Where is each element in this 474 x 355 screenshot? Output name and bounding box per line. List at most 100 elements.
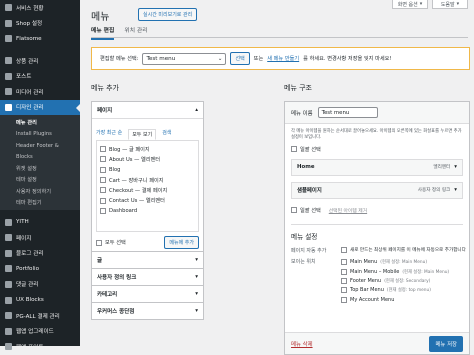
submenu-item-header-footer[interactable]: Header Footer & [0,140,80,151]
add-menu-items-column: 메뉴 추가 페이지 ▴ 가장 최근 순 모두 보기 검색 Blog — 글 페이지… [91,83,204,320]
accordion-posts[interactable]: 글 ▾ [91,252,204,269]
media-icon [5,88,12,96]
sidebar-item-pg-all[interactable]: PG-ALL 결제 관리 [0,308,80,324]
page-icon [5,234,12,242]
remove-selected-link[interactable]: 선택된 아이템 제거 [329,207,367,214]
select-menu-button[interactable]: 선택 [230,52,250,65]
create-menu-link[interactable]: 새 메뉴 만들기 [267,55,299,62]
checkbox[interactable] [341,296,347,303]
checkbox[interactable] [100,156,106,163]
checkbox[interactable] [291,146,297,153]
location-option[interactable]: My Account Menu [341,295,449,304]
checkbox[interactable] [291,207,297,214]
help-button[interactable]: 도움말 ▾ [432,0,468,9]
screen-options-button[interactable]: 화면 옵션 ▾ [392,0,428,9]
sidebar-item-portfolio[interactable]: Portfolio [0,261,80,277]
submenu-item-theme-settings[interactable]: 테마 설정 [0,174,80,185]
bulk-select-toggle[interactable]: 일괄 선택 [291,207,321,214]
blocks-icon [5,296,12,304]
caret-down-icon[interactable]: ▾ [454,164,457,170]
location-option[interactable]: Top Bar Menu (현재 설정: top menu) [341,286,449,295]
submenu-item-theme-editor[interactable]: 테마 편집기 [0,197,80,208]
menu-select-dropdown[interactable]: Test menu ⌄ [142,52,227,65]
shop-icon [5,19,12,27]
caret-down-icon[interactable]: ▾ [454,187,457,193]
sidebar-item-blog[interactable]: 블로그 관리 [0,245,80,261]
checkbox[interactable] [341,268,347,275]
comment-icon [5,280,12,288]
save-menu-button[interactable]: 메뉴 저장 [429,335,463,352]
pages-panel: 페이지 ▴ 가장 최근 순 모두 보기 검색 Blog — 글 페이지 About… [91,101,204,252]
select-all-pages[interactable]: 모두 선택 [96,239,126,246]
submenu-item-menus[interactable]: 메뉴 관리 [0,117,80,128]
dashboard-icon [5,4,12,12]
checkbox[interactable] [100,207,106,214]
list-item[interactable]: Checkout — 결제 페이지 [100,185,195,195]
submenu-item-customize[interactable]: 사용자 정의하기 [0,186,80,197]
submenu-item-install-plugins[interactable]: Install Plugins [0,129,80,140]
sidebar-item-ux-blocks[interactable]: UX Blocks [0,292,80,308]
list-item[interactable]: Blog — 글 페이지 [100,144,195,154]
subtab-search[interactable]: 검색 [162,129,171,140]
checkbox[interactable] [100,166,106,173]
sidebar-item-comments[interactable]: 댓글 관리 [0,277,80,293]
auto-add-option[interactable]: 새로 만드는 최상위 페이지를 이 메뉴에 자동으로 추가합니다 [341,247,466,254]
portfolio-icon [5,265,12,273]
menu-item-home[interactable]: Home 엘리멘터 ▾ [291,158,463,176]
sidebar-item-shop-settings[interactable]: Shop 설정 [0,16,80,32]
page-title: 메뉴 [91,12,110,23]
menu-item-sample-page[interactable]: 샘플페이지 사용자 정의 링크 ▾ [291,181,463,199]
submenu-item-widgets[interactable]: 위젯 설정 [0,163,80,174]
delete-menu-link[interactable]: 메뉴 삭제 [291,340,313,348]
location-option[interactable]: Main Menu (현재 설정: Main Menu) [341,258,449,267]
sidebar-item-webapp-point[interactable]: 웹앱 포인트 [0,339,80,355]
location-option[interactable]: Main Menu – Mobile (현재 설정: Main Menu) [341,267,449,276]
live-preview-button[interactable]: 실시간 미리보기로 관리 [138,8,198,21]
pages-panel-footer: 모두 선택 메뉴에 추가 [92,232,203,249]
list-item[interactable]: Dashboard [100,206,195,216]
menu-edit-box: 메뉴 이름 Test menu 각 메뉴 아이템을 원하는 순서대로 끌어놓으세… [284,101,470,355]
menu-instructions: 각 메뉴 아이템을 원하는 순서대로 끌어놓으세요. 아이템의 오른쪽에 있는 … [291,129,462,140]
sidebar-item-products[interactable]: 상품 관리 [0,53,80,69]
accordion-categories[interactable]: 카테고리 ▾ [91,286,204,303]
add-to-menu-button[interactable]: 메뉴에 추가 [164,236,199,249]
main-content: 화면 옵션 ▾ 도움말 ▾ 메뉴 실시간 미리보기로 관리 메뉴 편집 위치 관리 … [80,0,474,355]
checkbox[interactable] [96,239,102,246]
checkbox[interactable] [100,177,106,184]
list-item[interactable]: About Us — 엘리멘터 [100,154,195,164]
checkbox[interactable] [341,247,347,254]
sidebar-item-posts[interactable]: 포스트 [0,68,80,84]
location-option[interactable]: Footer Menu (현재 설정: Secondary) [341,276,449,285]
menu-item-meta: 사용자 정의 링크 ▾ [417,187,457,194]
subtab-view-all[interactable]: 모두 보기 [128,129,157,140]
pages-subtabs: 가장 최근 순 모두 보기 검색 [92,125,203,140]
list-item[interactable]: Blog [100,165,195,175]
sidebar-item-yith[interactable]: YITH [0,214,80,230]
caret-down-icon: ▾ [195,274,198,280]
subtab-most-recent[interactable]: 가장 최근 순 [96,129,122,140]
bulk-select-top[interactable]: 일괄 선택 [285,144,469,159]
checkbox[interactable] [100,197,106,204]
submenu-item-blocks[interactable]: Blocks [0,151,80,162]
accordion-woocommerce-endpoints[interactable]: 우커머스 종단점 ▾ [91,303,204,320]
menu-name-input[interactable]: Test menu [317,107,378,118]
products-icon [5,57,12,65]
list-item[interactable]: Cart — 장바구니 페이지 [100,175,195,185]
pin-icon [5,72,12,80]
checkbox[interactable] [341,259,347,266]
menu-structure-title: 메뉴 구조 [284,84,312,92]
sidebar-item-service-status[interactable]: 서비스 현황 [0,0,80,16]
checkbox[interactable] [341,278,347,285]
sidebar-item-flatsome[interactable]: Flatsome [0,31,80,47]
pages-panel-header[interactable]: 페이지 ▴ [92,102,203,119]
sidebar-item-pages[interactable]: 페이지 [0,230,80,246]
sidebar-item-webapp-upgrade[interactable]: 웹앱 업그레이드 [0,323,80,339]
accordion-custom-links[interactable]: 사용자 정의 링크 ▾ [91,269,204,286]
checkbox[interactable] [100,187,106,194]
location-list: Main Menu (현재 설정: Main Menu) Main Menu – … [341,258,449,305]
list-item[interactable]: Contact Us — 엘리멘터 [100,195,195,205]
sidebar-item-media[interactable]: 미디어 관리 [0,84,80,100]
checkbox[interactable] [341,287,347,294]
sidebar-item-design[interactable]: 디자인 관리 [0,99,80,116]
checkbox[interactable] [100,146,106,153]
